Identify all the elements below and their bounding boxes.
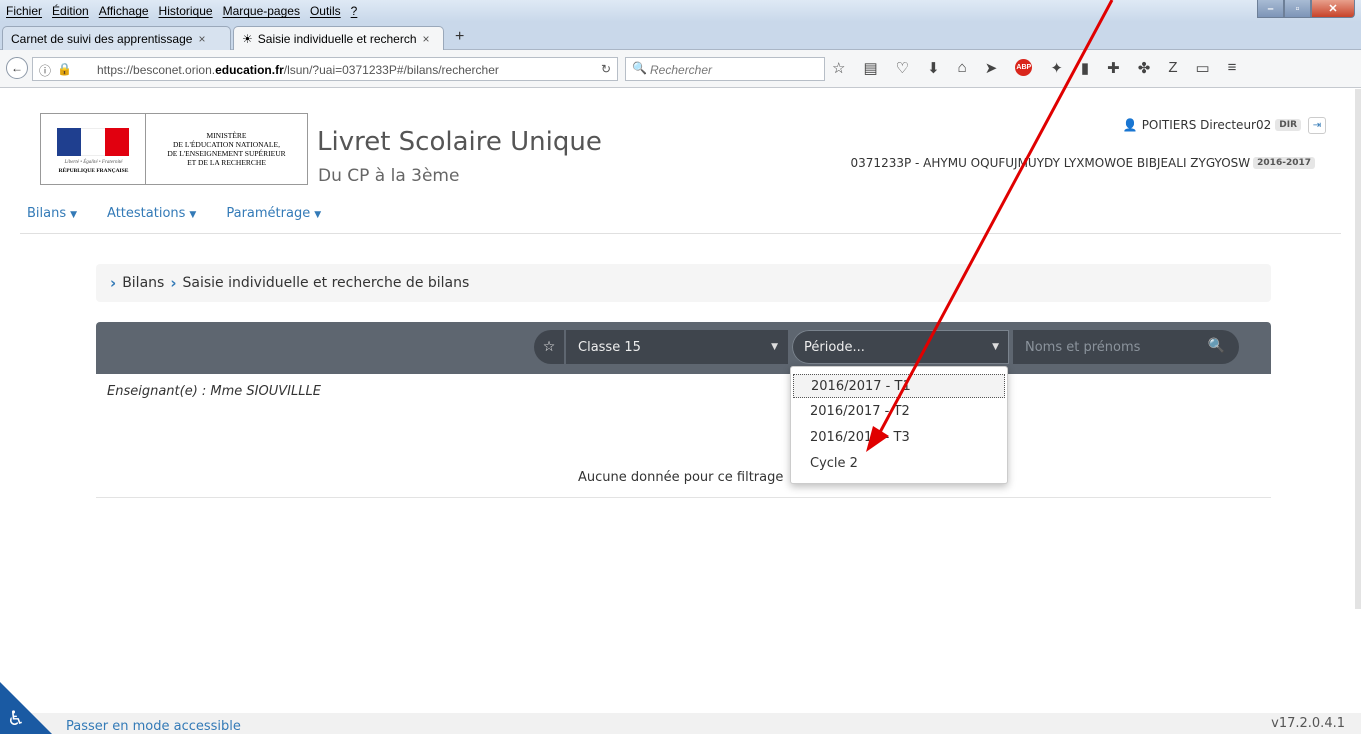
teacher-label: Enseignant(e) : Mme SIOUVILLLE bbox=[107, 384, 321, 399]
user-info: 👤 POITIERS Directeur02 DIR bbox=[1123, 118, 1301, 132]
send-icon[interactable]: ➤ bbox=[985, 59, 998, 77]
extension-icon[interactable]: ✦ bbox=[1050, 59, 1063, 77]
browser-menubar: Fichier Édition Affichage Historique Mar… bbox=[0, 0, 1361, 22]
tab-label: Saisie individuelle et recherch bbox=[257, 32, 417, 46]
menu-fichier[interactable]: Fichier bbox=[6, 4, 42, 18]
menu-aide[interactable]: ? bbox=[351, 4, 358, 18]
nav-attestations[interactable]: Attestations ▼ bbox=[107, 206, 196, 221]
menu-affichage[interactable]: Affichage bbox=[99, 4, 149, 18]
browser-search-input[interactable]: 🔍 Rechercher bbox=[625, 57, 825, 81]
logout-icon[interactable]: ⇥ bbox=[1308, 117, 1326, 134]
page-icon[interactable]: ▭ bbox=[1195, 59, 1209, 77]
chevron-right-icon: › bbox=[170, 274, 177, 292]
menu-outils[interactable]: Outils bbox=[310, 4, 341, 18]
close-window-button[interactable]: ✕ bbox=[1311, 0, 1355, 18]
version-label: v17.2.0.4.1 bbox=[1271, 716, 1345, 731]
tab-label: Carnet de suivi des apprentissage bbox=[11, 32, 193, 46]
search-icon: 🔍 bbox=[632, 61, 647, 75]
year-badge: 2016-2017 bbox=[1253, 157, 1315, 169]
tab-close-icon[interactable]: × bbox=[198, 32, 205, 46]
role-badge: DIR bbox=[1275, 119, 1301, 131]
tab-bar: Carnet de suivi des apprentissage × ☀ Sais… bbox=[0, 22, 1361, 50]
breadcrumb-bilans[interactable]: Bilans bbox=[122, 275, 164, 291]
filter-bar: ☆ Classe 15 ▼ Période... ▼ Noms et préno… bbox=[96, 322, 1271, 374]
nav-parametrage[interactable]: Paramétrage ▼ bbox=[226, 206, 321, 221]
addon-green-icon[interactable]: ✚ bbox=[1107, 59, 1120, 77]
adblock-icon[interactable]: ABP bbox=[1015, 59, 1033, 76]
info-icon[interactable]: ⓘ bbox=[39, 62, 51, 79]
school-name: 0371233P - AHYMU OQUFUJMUYDY LYXMOWOE BI… bbox=[850, 156, 1251, 170]
caret-down-icon: ▼ bbox=[314, 210, 322, 220]
hamburger-menu-icon[interactable]: ≡ bbox=[1228, 59, 1237, 77]
bookmark-star-icon[interactable]: ☆ bbox=[832, 59, 845, 77]
names-search-input[interactable]: Noms et prénoms 🔍 bbox=[1013, 330, 1239, 364]
browser-navbar: ← ⓘ 🔒 https://besconet.orion.education.f… bbox=[0, 50, 1361, 88]
periode-dropdown: 2016/2017 - T1 2016/2017 - T2 2016/2017 … bbox=[790, 366, 1008, 484]
tab-close-icon[interactable]: × bbox=[423, 32, 430, 46]
app-title: Livret Scolaire Unique bbox=[317, 127, 602, 157]
names-placeholder: Noms et prénoms bbox=[1025, 339, 1141, 355]
user-icon: 👤 bbox=[1122, 118, 1138, 132]
nav-divider bbox=[20, 233, 1341, 234]
menu-historique[interactable]: Historique bbox=[159, 4, 213, 18]
search-placeholder: Rechercher bbox=[650, 63, 713, 77]
ministry-logo: Liberté • Égalité • Fraternité RÉPUBLIQU… bbox=[40, 113, 308, 185]
search-icon[interactable]: 🔍 bbox=[1208, 338, 1225, 354]
clipboard-icon[interactable]: ▮ bbox=[1081, 59, 1089, 77]
accessible-mode-link[interactable]: Passer en mode accessible bbox=[66, 719, 241, 734]
main-nav: Bilans ▼ Attestations ▼ Paramétrage ▼ bbox=[27, 206, 321, 221]
loading-sun-icon: ☀ bbox=[242, 32, 253, 46]
periode-option-t3[interactable]: 2016/2017 - T3 bbox=[793, 426, 1005, 450]
favorite-star-icon[interactable]: ☆ bbox=[534, 330, 564, 364]
pocket-icon[interactable]: ♡ bbox=[896, 59, 909, 77]
caret-down-icon: ▼ bbox=[771, 342, 778, 352]
periode-option-t1[interactable]: 2016/2017 - T1 bbox=[793, 374, 1005, 398]
breadcrumb: › Bilans › Saisie individuelle et recher… bbox=[96, 264, 1271, 302]
classe-select[interactable]: Classe 15 ▼ bbox=[566, 330, 788, 364]
no-data-message: Aucune donnée pour ce filtrage bbox=[578, 470, 784, 485]
maximize-button[interactable]: ▫ bbox=[1284, 0, 1311, 18]
tab-saisie-individuelle[interactable]: ☀ Saisie individuelle et recherch × bbox=[233, 26, 444, 50]
caret-down-icon: ▼ bbox=[189, 210, 197, 220]
lock-icon: 🔒 bbox=[57, 62, 72, 76]
results-divider bbox=[96, 497, 1271, 498]
toolbar-icons: ☆ ▤ ♡ ⬇ ⌂ ➤ ABP ✦ ▮ ✚ ✤ Z ▭ ≡ bbox=[832, 59, 1236, 77]
user-name: POITIERS Directeur02 bbox=[1141, 118, 1272, 132]
motto: Liberté • Égalité • Fraternité bbox=[64, 160, 123, 165]
url-bar[interactable]: ⓘ 🔒 https://besconet.orion.education.fr/… bbox=[32, 57, 618, 81]
periode-select[interactable]: Période... ▼ bbox=[792, 330, 1009, 364]
periode-option-t2[interactable]: 2016/2017 - T2 bbox=[793, 400, 1005, 424]
download-icon[interactable]: ⬇ bbox=[927, 59, 940, 77]
ministry-name: MINISTÈRE DE L'ÉDUCATION NATIONALE, DE L… bbox=[167, 131, 286, 167]
school-info: 0371233P - AHYMU OQUFUJMUYDY LYXMOWOE BI… bbox=[851, 156, 1315, 170]
marianne-flag: Liberté • Égalité • Fraternité RÉPUBLIQU… bbox=[41, 114, 146, 184]
periode-option-cycle2[interactable]: Cycle 2 bbox=[793, 452, 1005, 476]
scrollbar[interactable] bbox=[1355, 89, 1361, 609]
new-tab-button[interactable]: + bbox=[455, 28, 464, 46]
url-text: https://besconet.orion.education.fr/lsun… bbox=[97, 63, 499, 77]
periode-value: Période... bbox=[804, 339, 865, 355]
zotero-icon[interactable]: Z bbox=[1168, 59, 1177, 77]
reading-list-icon[interactable]: ▤ bbox=[863, 59, 877, 77]
tab-carnet-de-suivi[interactable]: Carnet de suivi des apprentissage × bbox=[2, 26, 231, 50]
addon-leaf-icon[interactable]: ✤ bbox=[1138, 59, 1151, 77]
caret-down-icon: ▼ bbox=[70, 210, 78, 220]
classe-value: Classe 15 bbox=[578, 339, 641, 355]
menu-edition[interactable]: Édition bbox=[52, 4, 89, 18]
chevron-right-icon: › bbox=[110, 274, 117, 292]
home-icon[interactable]: ⌂ bbox=[958, 59, 967, 77]
caret-down-icon: ▼ bbox=[992, 342, 999, 352]
back-button[interactable]: ← bbox=[6, 57, 28, 79]
minimize-button[interactable]: – bbox=[1257, 0, 1284, 18]
app-subtitle: Du CP à la 3ème bbox=[318, 166, 460, 186]
breadcrumb-current: Saisie individuelle et recherche de bila… bbox=[182, 275, 470, 291]
wheelchair-icon[interactable]: ♿ bbox=[7, 706, 25, 730]
menu-marque-pages[interactable]: Marque-pages bbox=[223, 4, 300, 18]
republic-label: RÉPUBLIQUE FRANÇAISE bbox=[58, 168, 129, 174]
reload-icon[interactable]: ↻ bbox=[601, 62, 611, 76]
nav-bilans[interactable]: Bilans ▼ bbox=[27, 206, 77, 221]
